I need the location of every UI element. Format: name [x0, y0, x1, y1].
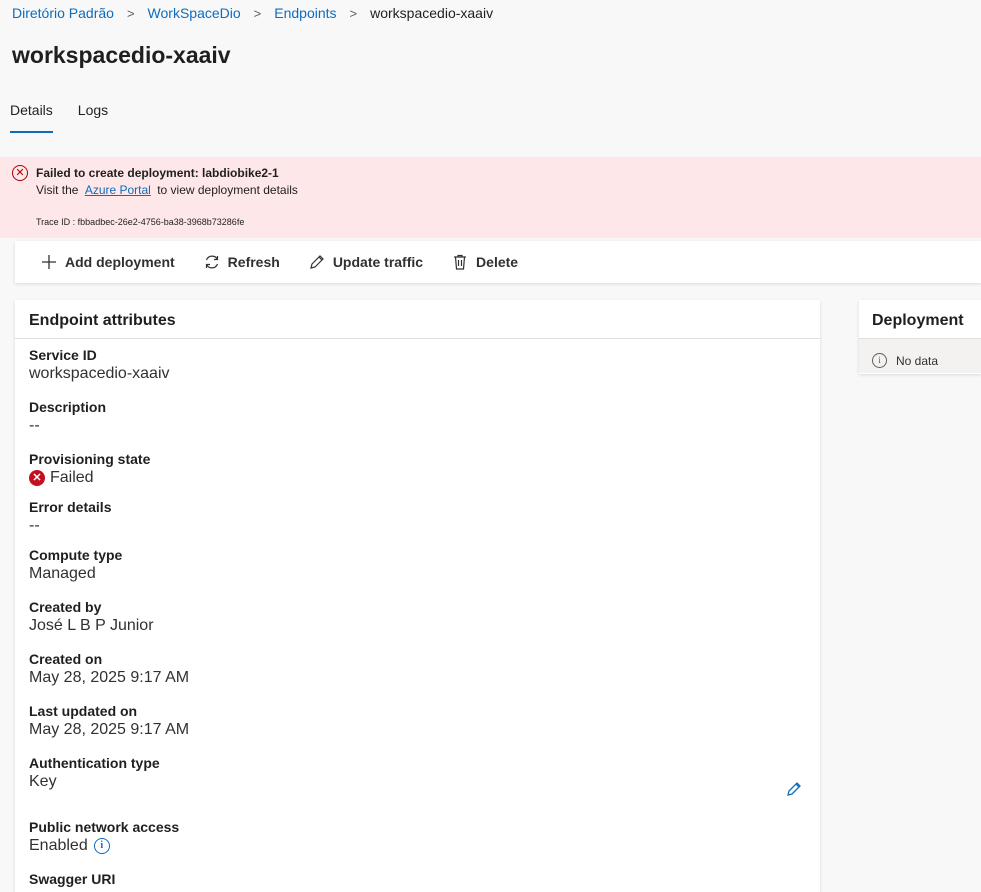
attr-provisioning-state: Provisioning state ✕ Failed: [29, 451, 150, 487]
pencil-icon: [308, 253, 326, 271]
delete-button[interactable]: Delete: [451, 253, 518, 271]
error-message: Visit the Azure Portal to view deploymen…: [36, 183, 298, 197]
failed-status-icon: ✕: [29, 470, 45, 486]
attr-value: --: [29, 417, 40, 434]
attr-value: Key: [29, 773, 57, 790]
error-message-prefix: Visit the: [36, 183, 79, 197]
trash-icon: [451, 253, 469, 271]
attr-label: Authentication type: [29, 755, 160, 771]
attr-label: Description: [29, 399, 107, 415]
endpoint-attributes-card: Endpoint attributes Service ID workspace…: [15, 300, 820, 892]
update-traffic-label: Update traffic: [332, 254, 424, 270]
attr-created-by: Created by José L B P Junior: [29, 599, 154, 635]
attr-created-on: Created on May 28, 2025 9:17 AM: [29, 651, 189, 687]
info-icon[interactable]: i: [93, 838, 110, 854]
error-title: Failed to create deployment: labdiobike2…: [36, 166, 279, 180]
attr-value: May 28, 2025 9:17 AM: [29, 669, 190, 686]
tab-logs[interactable]: Logs: [78, 102, 108, 133]
attr-label: Provisioning state: [29, 451, 151, 467]
attr-service-id: Service ID workspacedio-xaaiv: [29, 347, 170, 383]
attr-value: José L B P Junior: [29, 617, 154, 634]
breadcrumb-link-workspace[interactable]: WorkSpaceDio: [148, 5, 241, 21]
refresh-button[interactable]: Refresh: [203, 253, 280, 271]
refresh-label: Refresh: [227, 254, 280, 270]
attr-label: Public network access: [29, 819, 180, 835]
error-message-suffix: to view deployment details: [157, 183, 298, 197]
delete-label: Delete: [476, 254, 519, 270]
breadcrumb-link-endpoints[interactable]: Endpoints: [274, 5, 336, 21]
deployment-card-title: Deployment: [859, 300, 981, 339]
add-deployment-button[interactable]: Add deployment: [40, 253, 175, 271]
tab-bar: Details Logs: [10, 102, 133, 133]
info-icon: i: [872, 353, 887, 368]
deployment-empty-state: i No data: [859, 339, 981, 373]
update-traffic-button[interactable]: Update traffic: [308, 253, 423, 271]
add-deployment-label: Add deployment: [65, 254, 175, 270]
attr-description: Description --: [29, 399, 106, 435]
azure-portal-link[interactable]: Azure Portal: [85, 183, 151, 197]
chevron-right-icon: >: [126, 5, 135, 21]
attr-label: Created by: [29, 599, 102, 615]
attr-value: Managed: [29, 565, 96, 582]
attr-value: --: [29, 517, 40, 534]
public-network-access-value: Enabled: [29, 837, 88, 854]
chevron-right-icon: >: [253, 5, 262, 21]
attr-error-details: Error details --: [29, 499, 111, 535]
deployment-card: Deployment i No data: [859, 300, 981, 374]
attr-swagger-uri: Swagger URI: [29, 871, 115, 887]
attr-label: Swagger URI: [29, 871, 116, 887]
attr-value: May 28, 2025 9:17 AM: [29, 721, 190, 738]
card-title: Endpoint attributes: [15, 300, 820, 339]
attr-label: Last updated on: [29, 703, 138, 719]
attr-value: workspacedio-xaaiv: [29, 365, 170, 382]
add-icon: [40, 253, 58, 271]
attr-authentication-type: Authentication type Key: [29, 755, 160, 791]
attr-value: Enabled i: [29, 837, 179, 855]
page-title: workspacedio-xaaiv: [12, 42, 231, 68]
trace-id: Trace ID : fbbadbec-26e2-4756-ba38-3968b…: [36, 217, 245, 227]
command-bar: Add deployment Refresh Update traffic De…: [15, 241, 981, 283]
attr-label: Error details: [29, 499, 112, 515]
attr-last-updated-on: Last updated on May 28, 2025 9:17 AM: [29, 703, 189, 739]
attr-label: Compute type: [29, 547, 123, 563]
tab-details[interactable]: Details: [10, 102, 53, 133]
breadcrumb-link-directory[interactable]: Diretório Padrão: [12, 5, 114, 21]
error-banner: ✕ Failed to create deployment: labdiobik…: [0, 157, 981, 238]
attr-compute-type: Compute type Managed: [29, 547, 122, 583]
attr-label: Created on: [29, 651, 103, 667]
chevron-right-icon: >: [349, 5, 358, 21]
provisioning-state-value: Failed: [50, 469, 94, 486]
edit-authentication-pencil-icon[interactable]: [785, 780, 803, 798]
attr-label: Service ID: [29, 347, 97, 363]
no-data-text: No data: [896, 353, 939, 368]
error-circle-icon: ✕: [12, 165, 28, 181]
attr-public-network-access: Public network access Enabled i: [29, 819, 179, 855]
refresh-icon: [203, 253, 221, 271]
breadcrumb-current: workspacedio-xaaiv: [370, 5, 494, 21]
breadcrumb: Diretório Padrão > WorkSpaceDio > Endpoi…: [12, 4, 493, 22]
attr-value: ✕ Failed: [29, 469, 150, 487]
